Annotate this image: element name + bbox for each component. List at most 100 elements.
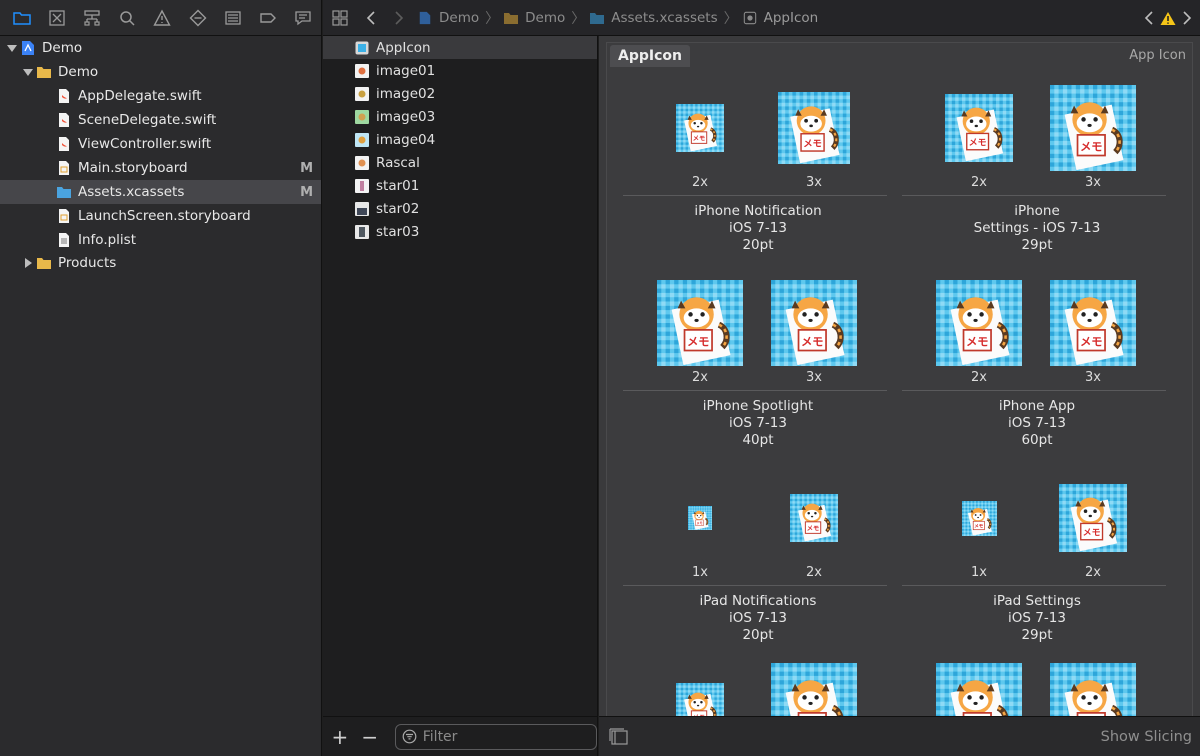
icon-group-label: iPhone Settings - iOS 7-13 29pt bbox=[902, 203, 1172, 254]
app-icon-image-slot[interactable]: メモ bbox=[771, 280, 857, 366]
warning-triangle-icon bbox=[153, 9, 172, 26]
group-separator bbox=[623, 390, 887, 391]
xcode-project-icon bbox=[419, 11, 431, 24]
icon-group-label-line: iPhone bbox=[1014, 203, 1060, 219]
breakpoint-navigator-tab[interactable] bbox=[251, 0, 286, 36]
find-navigator-tab[interactable] bbox=[110, 0, 145, 36]
asset-item-star01[interactable]: star01 bbox=[323, 174, 597, 197]
app-icon-image-slot[interactable]: メモ bbox=[1050, 280, 1136, 366]
tree-row-products[interactable]: Products bbox=[0, 251, 321, 275]
forward-button[interactable] bbox=[385, 0, 413, 36]
svg-text:メモ: メモ bbox=[1080, 140, 1102, 153]
asset-item-image01[interactable]: image01 bbox=[323, 59, 597, 82]
chevron-left-icon bbox=[366, 10, 375, 25]
icon-group-label: iPhone Notification iOS 7-13 20pt bbox=[623, 203, 893, 254]
report-navigator-tab[interactable] bbox=[286, 0, 321, 36]
asset-item-image02[interactable]: image02 bbox=[323, 82, 597, 105]
symbol-navigator-tab[interactable] bbox=[74, 0, 109, 36]
app-icon-image-slot[interactable]: メモ bbox=[961, 500, 997, 536]
app-icon-image-slot[interactable]: メモ bbox=[688, 506, 712, 530]
source-control-tab[interactable] bbox=[39, 0, 74, 36]
chevron-left-icon[interactable] bbox=[1144, 10, 1154, 26]
breadcrumb-assets[interactable]: Assets.xcassets bbox=[589, 10, 718, 26]
app-icon-image-slot[interactable]: メモ bbox=[936, 663, 1022, 718]
app-icon-image-slot[interactable]: メモ bbox=[1050, 85, 1136, 171]
issue-navigator-tab[interactable] bbox=[145, 0, 180, 36]
tree-row-info-plist[interactable]: Info.plist bbox=[0, 228, 321, 252]
svg-text:メモ: メモ bbox=[803, 139, 822, 150]
asset-list-footer: + − bbox=[323, 716, 597, 756]
folder-icon bbox=[37, 258, 51, 269]
asset-item-rascal[interactable]: Rascal bbox=[323, 151, 597, 174]
svg-text:メモ: メモ bbox=[969, 138, 987, 149]
asset-item-star03[interactable]: star03 bbox=[323, 220, 597, 243]
group-separator bbox=[902, 585, 1166, 586]
image-thumbnail-icon bbox=[355, 109, 369, 124]
project-navigator: Demo Demo AppDelegate.swift SceneDelegat… bbox=[0, 0, 322, 756]
app-icon-image-slot[interactable]: メモ bbox=[790, 494, 838, 542]
tree-row-viewcontroller[interactable]: ViewController.swift bbox=[0, 132, 321, 156]
icon-group-label-line: 20pt bbox=[742, 627, 774, 643]
show-slicing-button[interactable]: Show Slicing bbox=[1101, 717, 1192, 756]
set-name-tab[interactable]: AppIcon bbox=[610, 45, 690, 67]
icon-group-label-line: iOS 7-13 bbox=[729, 220, 787, 236]
tree-row-folder-demo[interactable]: Demo bbox=[0, 60, 321, 84]
filter-input[interactable] bbox=[422, 728, 593, 745]
test-navigator-tab[interactable] bbox=[180, 0, 215, 36]
project-navigator-tab[interactable] bbox=[4, 0, 39, 36]
app-icon-image-slot[interactable]: メモ bbox=[936, 280, 1022, 366]
image-thumbnail-icon bbox=[355, 178, 369, 193]
asset-label: AppIcon bbox=[376, 39, 431, 56]
asset-item-star02[interactable]: star02 bbox=[323, 197, 597, 220]
icon-group-label: iPhone Spotlight iOS 7-13 40pt bbox=[623, 398, 893, 449]
tree-row-assets-xcassets[interactable]: Assets.xcassets M bbox=[0, 180, 321, 204]
icon-group-label-line: 20pt bbox=[742, 237, 774, 253]
debug-navigator-tab[interactable] bbox=[215, 0, 250, 36]
warning-icon[interactable] bbox=[1160, 11, 1176, 26]
related-items-button[interactable] bbox=[323, 0, 357, 36]
scale-label: 1x bbox=[692, 565, 708, 580]
chevron-right-icon[interactable] bbox=[1182, 10, 1192, 26]
scale-label: 2x bbox=[692, 175, 708, 190]
remove-asset-button[interactable]: − bbox=[355, 717, 385, 756]
disclosure-triangle-collapsed-icon[interactable] bbox=[22, 257, 34, 269]
app-icon-image-slot[interactable]: メモ bbox=[676, 683, 724, 718]
group-separator bbox=[623, 195, 887, 196]
svg-text:メモ: メモ bbox=[1080, 335, 1102, 348]
asset-item-appicon[interactable]: AppIcon bbox=[323, 36, 597, 59]
tree-row-launchscreen[interactable]: LaunchScreen.storyboard bbox=[0, 204, 321, 228]
modified-badge: M bbox=[300, 160, 313, 176]
tree-label: Main.storyboard bbox=[78, 160, 188, 176]
asset-item-image03[interactable]: image03 bbox=[323, 105, 597, 128]
filter-field[interactable] bbox=[394, 723, 597, 750]
image-thumbnail-icon bbox=[355, 224, 369, 239]
back-button[interactable] bbox=[357, 0, 385, 36]
source-control-icon bbox=[49, 9, 65, 26]
asset-label: star02 bbox=[376, 200, 420, 217]
scale-label: 3x bbox=[1085, 370, 1101, 385]
breadcrumb-label: AppIcon bbox=[763, 9, 819, 26]
app-icon-image-slot[interactable]: メモ bbox=[945, 94, 1013, 162]
disclosure-triangle-expanded-icon[interactable] bbox=[6, 42, 18, 54]
add-asset-button[interactable]: + bbox=[325, 717, 355, 756]
breadcrumb-appicon[interactable]: AppIcon bbox=[742, 9, 819, 26]
app-icon-image-slot[interactable]: メモ bbox=[1050, 663, 1136, 718]
scale-label: 2x bbox=[806, 565, 822, 580]
app-icon-image-slot[interactable]: メモ bbox=[778, 92, 850, 164]
app-icon-image-slot[interactable]: メモ bbox=[771, 663, 857, 718]
asset-list: AppIcon image01 image02 image03 image04 … bbox=[323, 36, 598, 756]
disclosure-triangle-expanded-icon[interactable] bbox=[22, 66, 34, 78]
tree-row-appdelegate[interactable]: AppDelegate.swift bbox=[0, 84, 321, 108]
app-icon-image-slot[interactable]: メモ bbox=[676, 104, 724, 152]
tree-row-scenedelegate[interactable]: SceneDelegate.swift bbox=[0, 108, 321, 132]
icon-group-label: iPhone App iOS 7-13 60pt bbox=[902, 398, 1172, 449]
tree-label: SceneDelegate.swift bbox=[78, 112, 217, 128]
toggle-sidebar-button[interactable] bbox=[601, 717, 637, 756]
app-icon-image-slot[interactable]: メモ bbox=[657, 280, 743, 366]
tree-row-project-demo[interactable]: Demo bbox=[0, 36, 321, 60]
app-icon-image-slot[interactable]: メモ bbox=[1059, 484, 1127, 552]
breadcrumb-folder[interactable]: Demo bbox=[503, 10, 565, 26]
asset-item-image04[interactable]: image04 bbox=[323, 128, 597, 151]
breadcrumb-project[interactable]: Demo bbox=[417, 10, 479, 26]
tree-row-main-storyboard[interactable]: Main.storyboard M bbox=[0, 156, 321, 180]
